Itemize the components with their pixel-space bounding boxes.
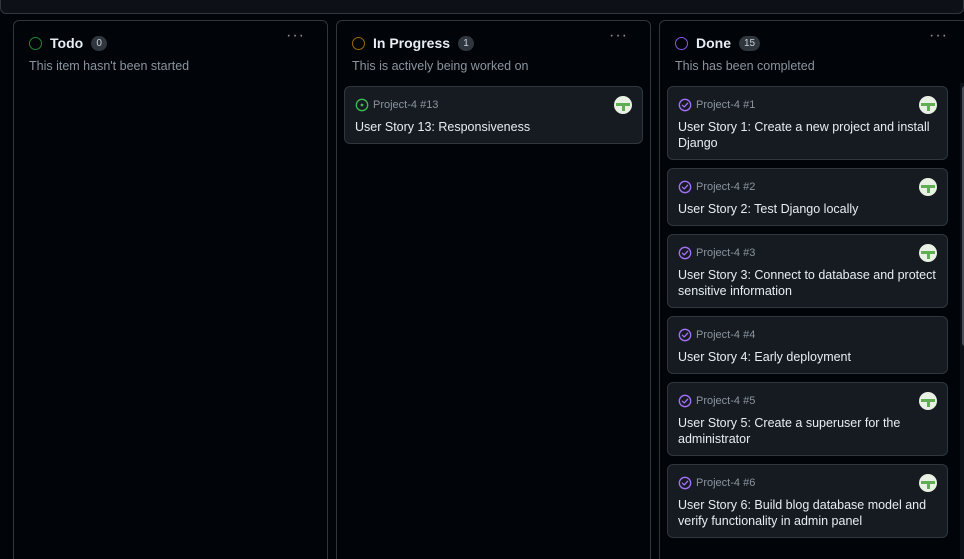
issue-closed-icon <box>678 476 692 490</box>
issue-card[interactable]: Project-4 #13 User Story 13: Responsiven… <box>344 86 643 144</box>
issue-reference-link[interactable]: Project-4 #1 <box>696 99 755 111</box>
issue-reference-link[interactable]: Project-4 #13 <box>373 99 438 111</box>
column-header: Todo 0 <box>29 35 108 51</box>
top-toolbar <box>0 0 964 14</box>
issue-reference-link[interactable]: Project-4 #4 <box>696 329 755 341</box>
issue-title[interactable]: User Story 2: Test Django locally <box>678 201 937 217</box>
issue-title[interactable]: User Story 6: Build blog database model … <box>678 497 937 529</box>
card-list: Project-4 #13 User Story 13: Responsiven… <box>344 86 643 152</box>
assignee-avatar[interactable] <box>919 392 937 410</box>
issue-closed-icon <box>678 180 692 194</box>
item-count-badge: 15 <box>739 35 761 51</box>
column-title: Todo <box>50 35 84 51</box>
column-title: Done <box>696 35 731 51</box>
more-options-icon[interactable]: ··· <box>286 28 305 44</box>
column-header: In Progress 1 <box>352 35 475 51</box>
assignee-avatar[interactable] <box>614 96 632 114</box>
issue-reference-link[interactable]: Project-4 #6 <box>696 477 755 489</box>
status-circle-icon <box>675 36 688 50</box>
issue-card[interactable]: Project-4 #5 User Story 5: Create a supe… <box>667 382 948 456</box>
issue-card[interactable]: Project-4 #3 User Story 3: Connect to da… <box>667 234 948 308</box>
issue-title[interactable]: User Story 5: Create a superuser for the… <box>678 415 937 447</box>
issue-card[interactable]: Project-4 #2 User Story 2: Test Django l… <box>667 168 948 226</box>
issue-reference-link[interactable]: Project-4 #3 <box>696 247 755 259</box>
column-description: This item hasn't been started <box>29 59 190 73</box>
card-list: Project-4 #1 User Story 1: Create a new … <box>667 86 948 546</box>
issue-closed-icon <box>678 328 692 342</box>
issue-title[interactable]: User Story 4: Early deployment <box>678 349 937 365</box>
column-title: In Progress <box>373 35 451 51</box>
column-description: This has been completed <box>675 59 815 73</box>
item-count-badge: 1 <box>458 35 475 51</box>
assignee-avatar[interactable] <box>919 474 937 492</box>
issue-title[interactable]: User Story 3: Connect to database and pr… <box>678 267 937 299</box>
column-header: Done 15 <box>675 35 761 51</box>
issue-closed-icon <box>678 394 692 408</box>
assignee-avatar[interactable] <box>919 96 937 114</box>
item-count-badge: 0 <box>91 35 108 51</box>
project-board: Todo 0 ··· This item hasn't been started… <box>0 0 964 559</box>
issue-title[interactable]: User Story 13: Responsiveness <box>355 119 632 135</box>
more-options-icon[interactable]: ··· <box>609 28 628 44</box>
issue-closed-icon <box>678 246 692 260</box>
issue-title[interactable]: User Story 1: Create a new project and i… <box>678 119 937 151</box>
issue-card[interactable]: Project-4 #6 User Story 6: Build blog da… <box>667 464 948 538</box>
column-done[interactable]: Done 15 ··· This has been completed Proj… <box>659 20 964 559</box>
issue-reference-link[interactable]: Project-4 #2 <box>696 181 755 193</box>
status-circle-icon <box>29 36 42 50</box>
more-options-icon[interactable]: ··· <box>929 28 948 44</box>
issue-card[interactable]: Project-4 #1 User Story 1: Create a new … <box>667 86 948 160</box>
column-todo[interactable]: Todo 0 ··· This item hasn't been started <box>13 20 328 559</box>
issue-open-icon <box>355 98 369 112</box>
issue-closed-icon <box>678 98 692 112</box>
assignee-avatar[interactable] <box>919 244 937 262</box>
column-description: This is actively being worked on <box>352 59 529 73</box>
issue-reference-link[interactable]: Project-4 #5 <box>696 395 755 407</box>
column-in-progress[interactable]: In Progress 1 ··· This is actively being… <box>336 20 651 559</box>
issue-card[interactable]: Project-4 #4 User Story 4: Early deploym… <box>667 316 948 374</box>
assignee-avatar[interactable] <box>919 178 937 196</box>
status-circle-icon <box>352 36 365 50</box>
